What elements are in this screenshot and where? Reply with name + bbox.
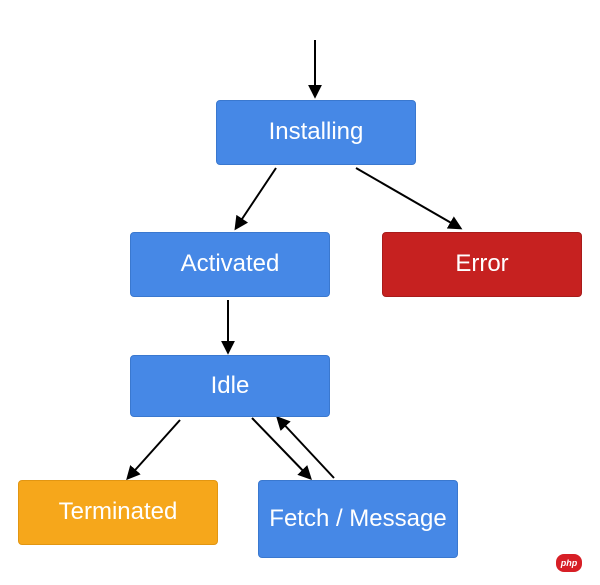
php-badge: php [556,554,582,572]
state-error: Error [382,232,582,297]
state-idle: Idle [130,355,330,417]
state-terminated: Terminated [18,480,218,545]
state-activated: Activated [130,232,330,297]
state-fetch-message: Fetch / Message [258,480,458,558]
state-installing: Installing [216,100,416,165]
